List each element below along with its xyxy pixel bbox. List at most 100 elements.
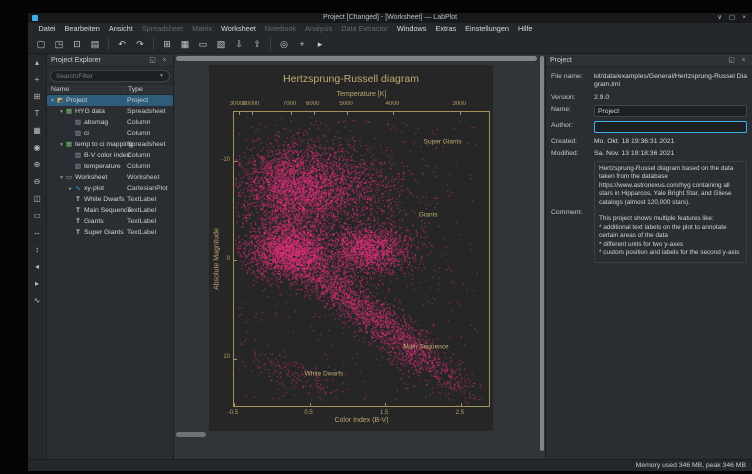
add-text-label-icon: T — [35, 109, 40, 118]
project-explorer-header[interactable]: Project Explorer ◱× — [47, 54, 173, 67]
close-dock-button[interactable]: × — [739, 56, 748, 65]
select-region-button[interactable]: ▭ — [30, 209, 45, 222]
new-matrix-icon: ▦ — [181, 39, 190, 50]
zoom-in-button[interactable]: ⊕ — [30, 158, 45, 171]
menu-windows[interactable]: Windows — [392, 23, 431, 35]
tree-row-xy-plot[interactable]: ▸∿xy-plotCartesianPlot — [47, 183, 173, 194]
new-spreadsheet-button[interactable]: ⊞ — [159, 37, 175, 52]
menu-analysis[interactable]: Analysis — [301, 23, 337, 35]
open-project-button[interactable]: ◳ — [51, 37, 67, 52]
search-placeholder: Search/Filter — [56, 73, 93, 80]
scroll-up-button[interactable]: ▴ — [30, 56, 45, 69]
redo-button[interactable]: ↷ — [132, 37, 148, 52]
cursor-tool-button[interactable]: + — [30, 73, 45, 86]
menu-matrix[interactable]: Matrix — [188, 23, 217, 35]
new-matrix-button[interactable]: ▦ — [177, 37, 193, 52]
shift-right-button[interactable]: ▸ — [30, 277, 45, 290]
zoom-fit-button[interactable]: ◫ — [30, 192, 45, 205]
plot-area[interactable]: Super GiantsGiantsMain SequenceWhite Dwa… — [233, 111, 490, 407]
save-project-button[interactable]: ⊡ — [69, 37, 85, 52]
maximize-button[interactable]: ▢ — [729, 13, 735, 23]
float-dock-button[interactable]: ◱ — [727, 56, 736, 65]
project-properties-header[interactable]: Project ◱× — [546, 54, 752, 67]
menu-data-extractor[interactable]: Data Extractor — [337, 23, 393, 35]
zoom-out-button[interactable]: ⊖ — [30, 175, 45, 188]
add-image-button[interactable]: ▦ — [30, 124, 45, 137]
tree-row-project[interactable]: ▾◩ProjectProject — [47, 95, 173, 106]
pan-horizontal-button[interactable]: ↔ — [30, 226, 45, 239]
tree-row-temp-to-ci-mapping[interactable]: ▾▦temp to ci mappingSpreadsheet — [47, 139, 173, 150]
new-project-button[interactable]: ▢ — [33, 37, 49, 52]
close-button[interactable]: × — [742, 13, 746, 23]
tree-row-absmag[interactable]: ▥absmagColumn — [47, 117, 173, 128]
tree-item-name: B-V color index — [84, 152, 130, 159]
shift-left-button[interactable]: ◂ — [30, 260, 45, 273]
menu-einstellungen[interactable]: Einstellungen — [461, 23, 514, 35]
new-notebook-button[interactable]: ▧ — [213, 37, 229, 52]
x-tick-label: 0.5 — [304, 410, 312, 416]
add-text-label-button[interactable]: T — [30, 107, 45, 120]
menu-spreadsheet[interactable]: Spreadsheet — [137, 23, 187, 35]
collapse-arrow-icon[interactable]: ▾ — [58, 175, 65, 181]
menu-datei[interactable]: Datei — [34, 23, 60, 35]
tree-row-super-giants[interactable]: TSuper GiantsTextLabel — [47, 227, 173, 238]
project-properties-body: File name:kit/data/examples/General/Hert… — [546, 67, 752, 272]
horizontal-scrollbar-thumb[interactable] — [176, 432, 206, 437]
open-project-icon: ◳ — [55, 39, 64, 50]
comment-text[interactable]: Hertzsprung-Russel diagram based on the … — [594, 161, 747, 263]
expand-arrow-icon[interactable]: ▸ — [67, 186, 74, 192]
presenter-mode-button[interactable]: ▸ — [312, 37, 328, 52]
x-axis-label: Color Index (B-V) — [233, 417, 490, 424]
axis-tick — [385, 403, 386, 406]
new-worksheet-button[interactable]: ▭ — [195, 37, 211, 52]
menu-bearbeiten[interactable]: Bearbeiten — [60, 23, 104, 35]
tree-column-header[interactable]: Name Type — [47, 84, 173, 95]
add-plot-button[interactable]: ⊞ — [30, 90, 45, 103]
tree-item-name: ci — [84, 130, 89, 137]
tree-row-white-dwarfs[interactable]: TWhite DwarfsTextLabel — [47, 194, 173, 205]
author-input[interactable] — [594, 121, 747, 133]
worksheet-sheet[interactable]: Hertzsprung-Russell diagram Temperature … — [209, 65, 493, 431]
export-icon: ⇧ — [253, 39, 261, 50]
collapse-arrow-icon[interactable]: ▾ — [49, 98, 56, 104]
tree-row-b-v-color-index[interactable]: ▥B-V color indexColumn — [47, 150, 173, 161]
column-header-type[interactable]: Type — [124, 86, 143, 93]
menu-hilfe[interactable]: Hilfe — [513, 23, 537, 35]
tree-item-type: Column — [127, 152, 150, 159]
menu-ansicht[interactable]: Ansicht — [104, 23, 137, 35]
export-button[interactable]: ⇧ — [249, 37, 265, 52]
field-label-version: Version: — [551, 93, 591, 101]
print-button[interactable]: ▤ — [87, 37, 103, 52]
filter-icon[interactable]: ▼ — [159, 73, 164, 79]
collapse-arrow-icon[interactable]: ▾ — [58, 109, 65, 115]
menu-notebook[interactable]: Notebook — [260, 23, 300, 35]
undo-button[interactable]: ↶ — [114, 37, 130, 52]
column-header-name[interactable]: Name — [51, 86, 69, 93]
axis-tick — [393, 112, 394, 115]
vertical-scrollbar[interactable] — [540, 56, 544, 451]
menu-extras[interactable]: Extras — [431, 23, 461, 35]
field-file-name: File name:kit/data/examples/General/Hert… — [551, 72, 747, 89]
select-mode-button[interactable]: + — [294, 37, 310, 52]
window-controls: ∨ ▢ × — [717, 13, 752, 23]
add-info-element-button[interactable]: ◉ — [30, 141, 45, 154]
import-data-button[interactable]: ⇩ — [231, 37, 247, 52]
zoom-mode-button[interactable]: ◎ — [276, 37, 292, 52]
tree-row-hyg-data[interactable]: ▾▦HYG dataSpreadsheet — [47, 106, 173, 117]
tree-row-worksheet[interactable]: ▾▭WorksheetWorksheet — [47, 172, 173, 183]
horizontal-scrollbar-top[interactable] — [176, 56, 537, 61]
collapse-arrow-icon[interactable]: ▾ — [58, 142, 65, 148]
float-dock-button[interactable]: ◱ — [148, 56, 157, 65]
menu-worksheet[interactable]: Worksheet — [217, 23, 261, 35]
tree-row-ci[interactable]: ▥ciColumn — [47, 128, 173, 139]
tree-row-main-sequence[interactable]: TMain SequenceTextLabel — [47, 205, 173, 216]
title-bar[interactable]: Project [Changed] - [Worksheet] — LabPlo… — [28, 13, 752, 23]
curve-tool-button[interactable]: ∿ — [30, 294, 45, 307]
search-filter-input[interactable]: Search/Filter ▼ — [50, 70, 170, 82]
pan-vertical-button[interactable]: ↕ — [30, 243, 45, 256]
close-dock-button[interactable]: × — [160, 56, 169, 65]
minimize-button[interactable]: ∨ — [717, 13, 722, 23]
tree-row-temperature[interactable]: ▥temperatureColumn — [47, 161, 173, 172]
name-input[interactable]: Project — [594, 105, 747, 117]
tree-row-giants[interactable]: TGiantsTextLabel — [47, 216, 173, 227]
